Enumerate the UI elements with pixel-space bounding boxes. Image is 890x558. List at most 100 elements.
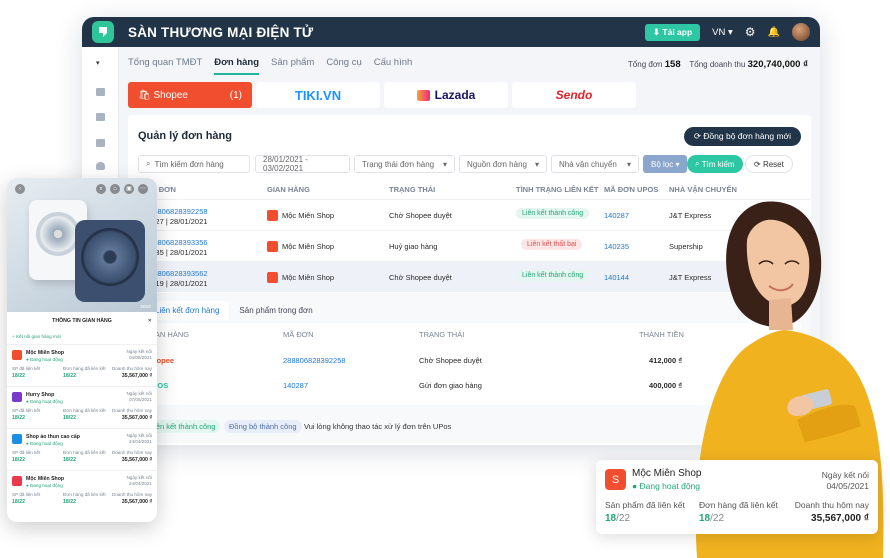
sendo-logo: Sendo	[555, 88, 593, 102]
search-icon[interactable]: ⌕	[96, 184, 106, 194]
product-image: ‹ ⌕ ⌂ ▣ ⋯ 3D20	[7, 178, 157, 312]
sync-orders-button[interactable]: ⟳ Đồng bộ đơn hàng mới	[683, 127, 801, 146]
upos-code[interactable]: 140235	[604, 242, 629, 251]
home-icon[interactable]: ⌂	[110, 184, 120, 194]
total-orders-value: 158	[664, 59, 681, 70]
shop-list-item[interactable]: Mộc Miên Shop ● Đang hoạt động Ngày kết …	[7, 344, 157, 385]
link-status-badge: Liên kết thất bại	[521, 239, 583, 250]
linked-date: 04/05/2021	[129, 355, 152, 360]
source-filter-select[interactable]: Nguồn đơn hàng ▾	[459, 155, 547, 173]
status-filter-label: Trạng thái đơn hàng	[362, 159, 435, 169]
detail-header-amount: THÀNH TIỀN	[639, 330, 684, 339]
linked-orders: 18/22	[63, 457, 76, 463]
column-header-shop: GIAN HÀNG	[267, 185, 310, 194]
sync-success-chip: Đồng bộ thành công	[224, 420, 302, 433]
cart-icon[interactable]: ▣	[124, 184, 134, 194]
detail-upos-code[interactable]: 140287	[283, 381, 308, 390]
detail-order-amount: 412,000 ₫	[649, 356, 683, 365]
back-icon[interactable]: ‹	[15, 184, 25, 194]
carrier-filter-select[interactable]: Nhà vận chuyển ▾	[551, 155, 639, 173]
filter-button[interactable]: Bộ lọc ▾	[643, 155, 688, 173]
totals-summary: Tổng đơn 158 Tổng doanh thu 320,740,000 …	[628, 59, 808, 70]
reset-button[interactable]: ⟳ Reset	[745, 155, 793, 173]
marketplace-tab-shopee[interactable]: 🛍 Shopee (1)	[128, 82, 252, 108]
tab-tools[interactable]: Công cụ	[326, 57, 361, 75]
sidebar-item-doc-icon[interactable]	[96, 139, 105, 147]
linked-products: 18/22	[12, 499, 25, 505]
shop-logo	[12, 434, 22, 444]
shopee-icon	[267, 241, 278, 252]
sidebar-item-user-icon[interactable]	[96, 162, 105, 170]
tab-orders[interactable]: Đơn hàng	[214, 57, 260, 75]
detail-header-status: TRẠNG THÁI	[419, 330, 465, 339]
download-app-button[interactable]: ⬇ Tải app	[644, 23, 701, 41]
date-range-input[interactable]: 28/01/2021 - 03/02/2021	[255, 155, 350, 173]
logo-icon	[99, 27, 107, 37]
shop-card-status-text: Đang hoạt động	[639, 481, 701, 491]
bell-icon[interactable]: 🔔	[768, 27, 780, 38]
shop-list-item[interactable]: Mộc Miên Shop ● Đang hoạt động Ngày kết …	[7, 470, 157, 511]
linked-date-label: Ngày kết nối	[126, 433, 152, 438]
detail-tabs: Liên kết đơn hàng Sản phẩm trong đơn	[145, 301, 323, 320]
shop-logo	[12, 350, 22, 360]
upos-code[interactable]: 140287	[604, 211, 629, 220]
shop-status-text: Đang hoạt động	[30, 441, 63, 446]
shop-card-date-label: Ngày kết nối	[821, 470, 869, 480]
avatar[interactable]	[792, 23, 810, 41]
tab-products[interactable]: Sản phẩm	[271, 57, 314, 75]
shop-name: Hurry Shop	[26, 392, 55, 398]
shop-card-date: 04/05/2021	[826, 481, 869, 491]
marketplace-tab-sendo[interactable]: Sendo	[512, 82, 636, 108]
shop-status: ● Đang hoạt động	[26, 441, 63, 446]
upos-code[interactable]: 140144	[604, 273, 629, 282]
tab-settings[interactable]: Cấu hình	[374, 57, 413, 75]
more-icon[interactable]: ⋯	[138, 184, 148, 194]
search-button-label: Tìm kiếm	[701, 159, 735, 169]
shop-card-products: 18/22	[605, 513, 630, 524]
shop-status: ● Đang hoạt động	[26, 357, 63, 362]
shop-status-text: Đang hoạt động	[30, 399, 63, 404]
sidebar-item-list-icon[interactable]	[96, 88, 105, 96]
app-logo[interactable]	[92, 21, 114, 43]
filter-label: Bộ lọc ▾	[651, 159, 680, 169]
column-header-link-status: TÌNH TRẠNG LIÊN KẾT	[516, 185, 599, 194]
search-icon: ⌕	[146, 159, 151, 168]
marketplace-tab-tiki[interactable]: TIKI.VN	[256, 82, 380, 108]
linked-products: 18/22	[12, 373, 25, 379]
app-title: SÀN THƯƠNG MẠI ĐIỆN TỬ	[128, 24, 314, 40]
search-button[interactable]: ⌕ Tìm kiếm	[687, 155, 743, 173]
connect-new-shop-link[interactable]: + Kết nối gian hàng mới	[12, 334, 61, 339]
sidebar-item-box-icon[interactable]	[96, 113, 105, 121]
total-revenue-value: 320,740,000 ₫	[747, 59, 808, 70]
shopee-label: 🛍 Shopee	[138, 89, 188, 101]
gear-icon[interactable]: ⚙	[745, 25, 756, 39]
shop-logo	[12, 476, 22, 486]
shopee-icon	[267, 272, 278, 283]
search-input[interactable]: ⌕ Tìm kiếm đơn hàng	[138, 155, 250, 173]
shop-name: Mộc Miên Shop	[282, 211, 335, 220]
sheet-title: THÔNG TIN GIAN HÀNG	[52, 318, 112, 324]
linked-orders-label: Đơn hàng đã liên kết	[63, 366, 106, 371]
tab-linked-orders[interactable]: Liên kết đơn hàng	[145, 301, 230, 320]
shop-card-orders-label: Đơn hàng đã liên kết	[699, 500, 778, 510]
shop-card-revenue-label: Doanh thu hôm nay	[794, 500, 869, 510]
total-revenue-label: Tổng doanh thu	[689, 60, 746, 69]
shop-list-item[interactable]: Shop áo thun cao cấp ● Đang hoạt động Ng…	[7, 428, 157, 469]
shop-card-orders-total: /22	[710, 513, 725, 524]
tab-overview[interactable]: Tổng quan TMĐT	[128, 57, 202, 75]
column-header-status: TRẠNG THÁI	[389, 185, 436, 194]
linked-orders-label: Đơn hàng đã liên kết	[63, 492, 106, 497]
shop-card-products-total: /22	[616, 513, 631, 524]
shop-status-text: Đang hoạt động	[30, 357, 63, 362]
detail-order-code[interactable]: 288806828392258	[283, 356, 346, 365]
linked-orders: 18/22	[63, 415, 76, 421]
close-icon[interactable]: ✕	[148, 318, 152, 324]
language-select[interactable]: VN ▾	[712, 27, 733, 38]
marketplace-tab-lazada[interactable]: Lazada	[384, 82, 508, 108]
detail-header-code: MÃ ĐƠN	[283, 330, 314, 339]
shop-list-item[interactable]: Hurry Shop ● Đang hoạt động Ngày kết nối…	[7, 386, 157, 427]
status-filter-select[interactable]: Trạng thái đơn hàng ▾	[354, 155, 455, 173]
sidebar-toggle-icon[interactable]: ▾	[96, 59, 100, 67]
tab-order-products[interactable]: Sản phẩm trong đơn	[229, 301, 322, 320]
shopee-icon	[267, 210, 278, 221]
